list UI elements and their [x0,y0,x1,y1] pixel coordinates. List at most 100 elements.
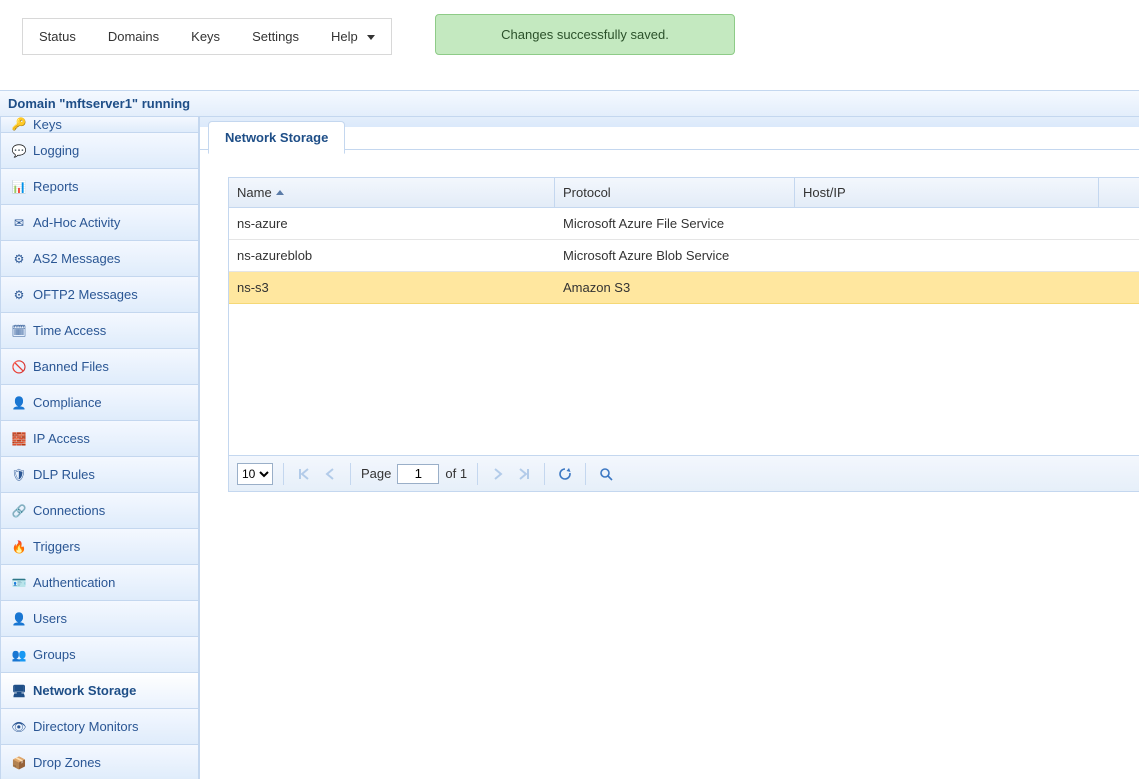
sidebar-item-label: Reports [33,179,79,194]
nav-keys[interactable]: Keys [175,19,236,54]
sidebar-item-label: Network Storage [33,683,136,698]
first-page-icon [298,468,310,480]
last-page-icon [518,468,530,480]
tab-network-storage[interactable]: Network Storage [208,121,345,154]
cell-name: ns-s3 [229,280,555,295]
chat-icon: 💬 [11,143,27,159]
ban-icon: 🚫 [11,359,27,375]
content-area: Network Storage Name Protocol Host/IP ns… [200,117,1139,779]
sidebar-item-compliance[interactable]: 👤 Compliance [0,385,199,421]
sidebar-item-label: Users [33,611,67,626]
sidebar-item-label: Ad-Hoc Activity [33,215,120,230]
top-nav: Status Domains Keys Settings Help [22,18,392,55]
sidebar-item-adhoc[interactable]: ✉ Ad-Hoc Activity [0,205,199,241]
link-icon: 🔗 [11,503,27,519]
pager-first-button[interactable] [294,464,314,484]
pager-of-label: of 1 [445,466,467,481]
sidebar-item-label: Banned Files [33,359,109,374]
pager-sep [283,463,284,485]
eye-icon: 👁 [11,719,27,735]
pager-sep [477,463,478,485]
calendar-icon: 🗓 [11,323,27,339]
sidebar-item-label: AS2 Messages [33,251,120,266]
col-header-name-label: Name [237,185,272,200]
next-page-icon [493,468,503,480]
col-header-extra [1099,178,1139,207]
nav-status[interactable]: Status [23,19,92,54]
grid-panel: Name Protocol Host/IP ns-azure Microsoft… [228,177,1139,492]
pager-search-button[interactable] [596,464,616,484]
col-header-name[interactable]: Name [229,178,555,207]
sidebar-item-dirmon[interactable]: 👁 Directory Monitors [0,709,199,745]
shield-icon: 🛡 [11,467,27,483]
nav-settings[interactable]: Settings [236,19,315,54]
sidebar-item-label: Keys [33,117,62,132]
nav-help[interactable]: Help [315,19,391,54]
sidebar-item-ipaccess[interactable]: 🧱 IP Access [0,421,199,457]
pager-next-button[interactable] [488,464,508,484]
search-icon [599,467,613,481]
gear-icon: ⚙ [11,287,27,303]
cell-protocol: Microsoft Azure File Service [555,216,795,231]
sidebar: 🔑 Keys 💬 Logging 📊 Reports ✉ Ad-Hoc Acti… [0,117,200,779]
sidebar-item-reports[interactable]: 📊 Reports [0,169,199,205]
person-icon: 👤 [11,395,27,411]
sidebar-item-dlp[interactable]: 🛡 DLP Rules [0,457,199,493]
key-icon: 🔑 [11,117,27,132]
domain-status-bar: Domain "mftserver1" running [0,90,1139,117]
user-icon: 👤 [11,611,27,627]
pager-page-label: Page [361,466,391,481]
sidebar-item-groups[interactable]: 👥 Groups [0,637,199,673]
sidebar-item-label: Directory Monitors [33,719,138,734]
sidebar-item-label: Logging [33,143,79,158]
sidebar-item-label: DLP Rules [33,467,95,482]
refresh-icon [558,467,572,481]
col-header-host[interactable]: Host/IP [795,178,1099,207]
table-row[interactable]: ns-azure Microsoft Azure File Service [229,208,1139,240]
sidebar-item-label: IP Access [33,431,90,446]
sidebar-item-label: Groups [33,647,76,662]
pager: 10 Page of 1 [229,455,1139,491]
cell-name: ns-azureblob [229,248,555,263]
sidebar-item-label: Drop Zones [33,755,101,770]
sidebar-item-logging[interactable]: 💬 Logging [0,133,199,169]
gear-icon: ⚙ [11,251,27,267]
sidebar-item-label: Time Access [33,323,106,338]
sidebar-item-label: Triggers [33,539,80,554]
cell-protocol: Microsoft Azure Blob Service [555,248,795,263]
pager-sep [350,463,351,485]
group-icon: 👥 [11,647,27,663]
pager-sep [544,463,545,485]
pager-page-input[interactable] [397,464,439,484]
pager-last-button[interactable] [514,464,534,484]
grid-body: ns-azure Microsoft Azure File Service ns… [229,208,1139,455]
sidebar-item-connections[interactable]: 🔗 Connections [0,493,199,529]
sidebar-item-dropzones[interactable]: 📦 Drop Zones [0,745,199,779]
sidebar-item-triggers[interactable]: 🔥 Triggers [0,529,199,565]
page-size-select[interactable]: 10 [237,463,273,485]
pager-prev-button[interactable] [320,464,340,484]
col-header-protocol[interactable]: Protocol [555,178,795,207]
sidebar-item-as2[interactable]: ⚙ AS2 Messages [0,241,199,277]
table-row[interactable]: ns-azureblob Microsoft Azure Blob Servic… [229,240,1139,272]
nav-domains[interactable]: Domains [92,19,175,54]
id-icon: 🪪 [11,575,27,591]
sidebar-item-auth[interactable]: 🪪 Authentication [0,565,199,601]
sidebar-item-oftp2[interactable]: ⚙ OFTP2 Messages [0,277,199,313]
sidebar-item-label: Connections [33,503,105,518]
firewall-icon: 🧱 [11,431,27,447]
sidebar-item-users[interactable]: 👤 Users [0,601,199,637]
sidebar-item-keys[interactable]: 🔑 Keys [0,117,199,133]
fire-icon: 🔥 [11,539,27,555]
prev-page-icon [325,468,335,480]
nav-help-label: Help [331,29,358,44]
sidebar-item-network-storage[interactable]: 🖥 Network Storage [0,673,199,709]
box-icon: 📦 [11,755,27,771]
sidebar-item-banned[interactable]: 🚫 Banned Files [0,349,199,385]
sidebar-item-label: Compliance [33,395,102,410]
table-row[interactable]: ns-s3 Amazon S3 [229,272,1139,304]
caret-down-icon [367,35,375,40]
sidebar-item-timeaccess[interactable]: 🗓 Time Access [0,313,199,349]
sidebar-item-label: OFTP2 Messages [33,287,138,302]
pager-refresh-button[interactable] [555,464,575,484]
